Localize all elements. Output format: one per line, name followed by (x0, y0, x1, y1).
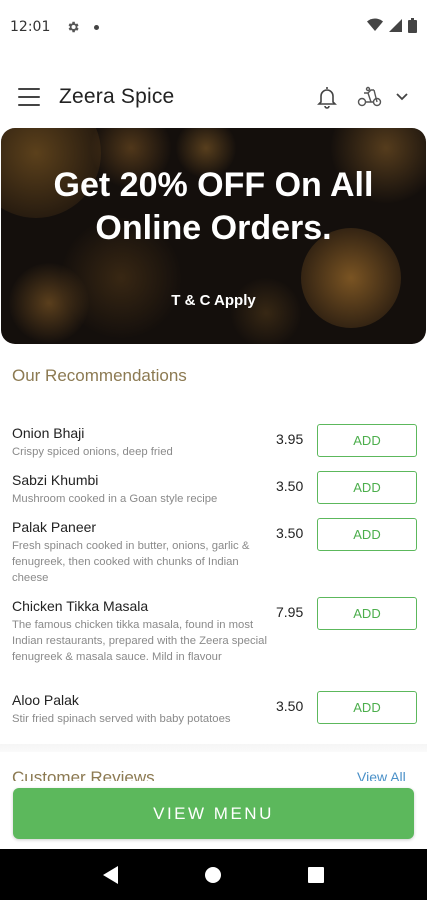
item-price: 7.95 (276, 604, 304, 620)
item-description: Mushroom cooked in a Goan style recipe (12, 493, 218, 505)
item-price: 3.50 (276, 525, 304, 541)
signal-icon (389, 18, 402, 36)
add-button[interactable]: ADD (317, 691, 417, 724)
recents-icon[interactable] (308, 866, 325, 883)
item-price: 3.50 (276, 478, 304, 494)
item-description: Fresh spinach cooked in butter, onions, … (12, 540, 250, 584)
item-name: Aloo Palak (12, 692, 79, 708)
battery-icon (408, 17, 417, 37)
item-name: Sabzi Khumbi (12, 472, 99, 488)
app-title: Zeera Spice (59, 85, 175, 108)
hamburger-menu-icon[interactable] (18, 88, 40, 106)
item-price: 3.50 (276, 698, 304, 714)
add-button[interactable]: ADD (317, 424, 417, 457)
item-name: Chicken Tikka Masala (12, 598, 149, 614)
gear-icon (66, 20, 80, 34)
wifi-icon (367, 18, 383, 36)
delivery-scooter-icon[interactable] (357, 86, 383, 108)
view-all-link[interactable]: View All (357, 768, 406, 781)
item-name: Palak Paneer (12, 519, 97, 535)
add-button[interactable]: ADD (317, 518, 417, 551)
bell-icon[interactable] (317, 85, 337, 109)
banner-headline-line: Get 20% OFF On All (53, 166, 374, 204)
item-description: The famous chicken tikka masala, found i… (12, 619, 267, 663)
system-nav-bar (0, 849, 427, 900)
back-icon[interactable] (102, 865, 119, 884)
add-button[interactable]: ADD (317, 471, 417, 504)
item-description: Crispy spiced onions, deep fried (12, 446, 173, 458)
item-name: Onion Bhaji (12, 425, 85, 441)
home-icon[interactable] (204, 866, 222, 884)
notification-dot-icon (94, 24, 100, 30)
banner-headline-line: Online Orders. (95, 209, 332, 247)
section-divider (0, 744, 427, 752)
bokeh-light (231, 278, 301, 344)
reviews-title: Customer Reviews (12, 768, 155, 781)
item-description: Stir fried spinach served with baby pota… (12, 713, 231, 725)
banner-headline: Get 20% OFF On All Online Orders. (1, 164, 426, 250)
status-time: 12:01 (10, 19, 51, 35)
view-menu-button[interactable]: VIEW MENU (13, 788, 414, 839)
recommendations-title: Our Recommendations (12, 366, 187, 385)
app-screen: 12:01 Zeera Spice Get 20% OFF On All Onl… (0, 0, 427, 900)
item-price: 3.95 (276, 431, 304, 447)
promo-banner[interactable]: Get 20% OFF On All Online Orders. T & C … (1, 128, 426, 344)
status-icons (367, 17, 417, 37)
status-bar: 12:01 (0, 0, 427, 54)
app-bar-actions (317, 85, 409, 109)
chevron-down-icon[interactable] (395, 92, 409, 102)
banner-terms: T & C Apply (171, 292, 256, 309)
app-bar: Zeera Spice (0, 70, 427, 124)
add-button[interactable]: ADD (317, 597, 417, 630)
